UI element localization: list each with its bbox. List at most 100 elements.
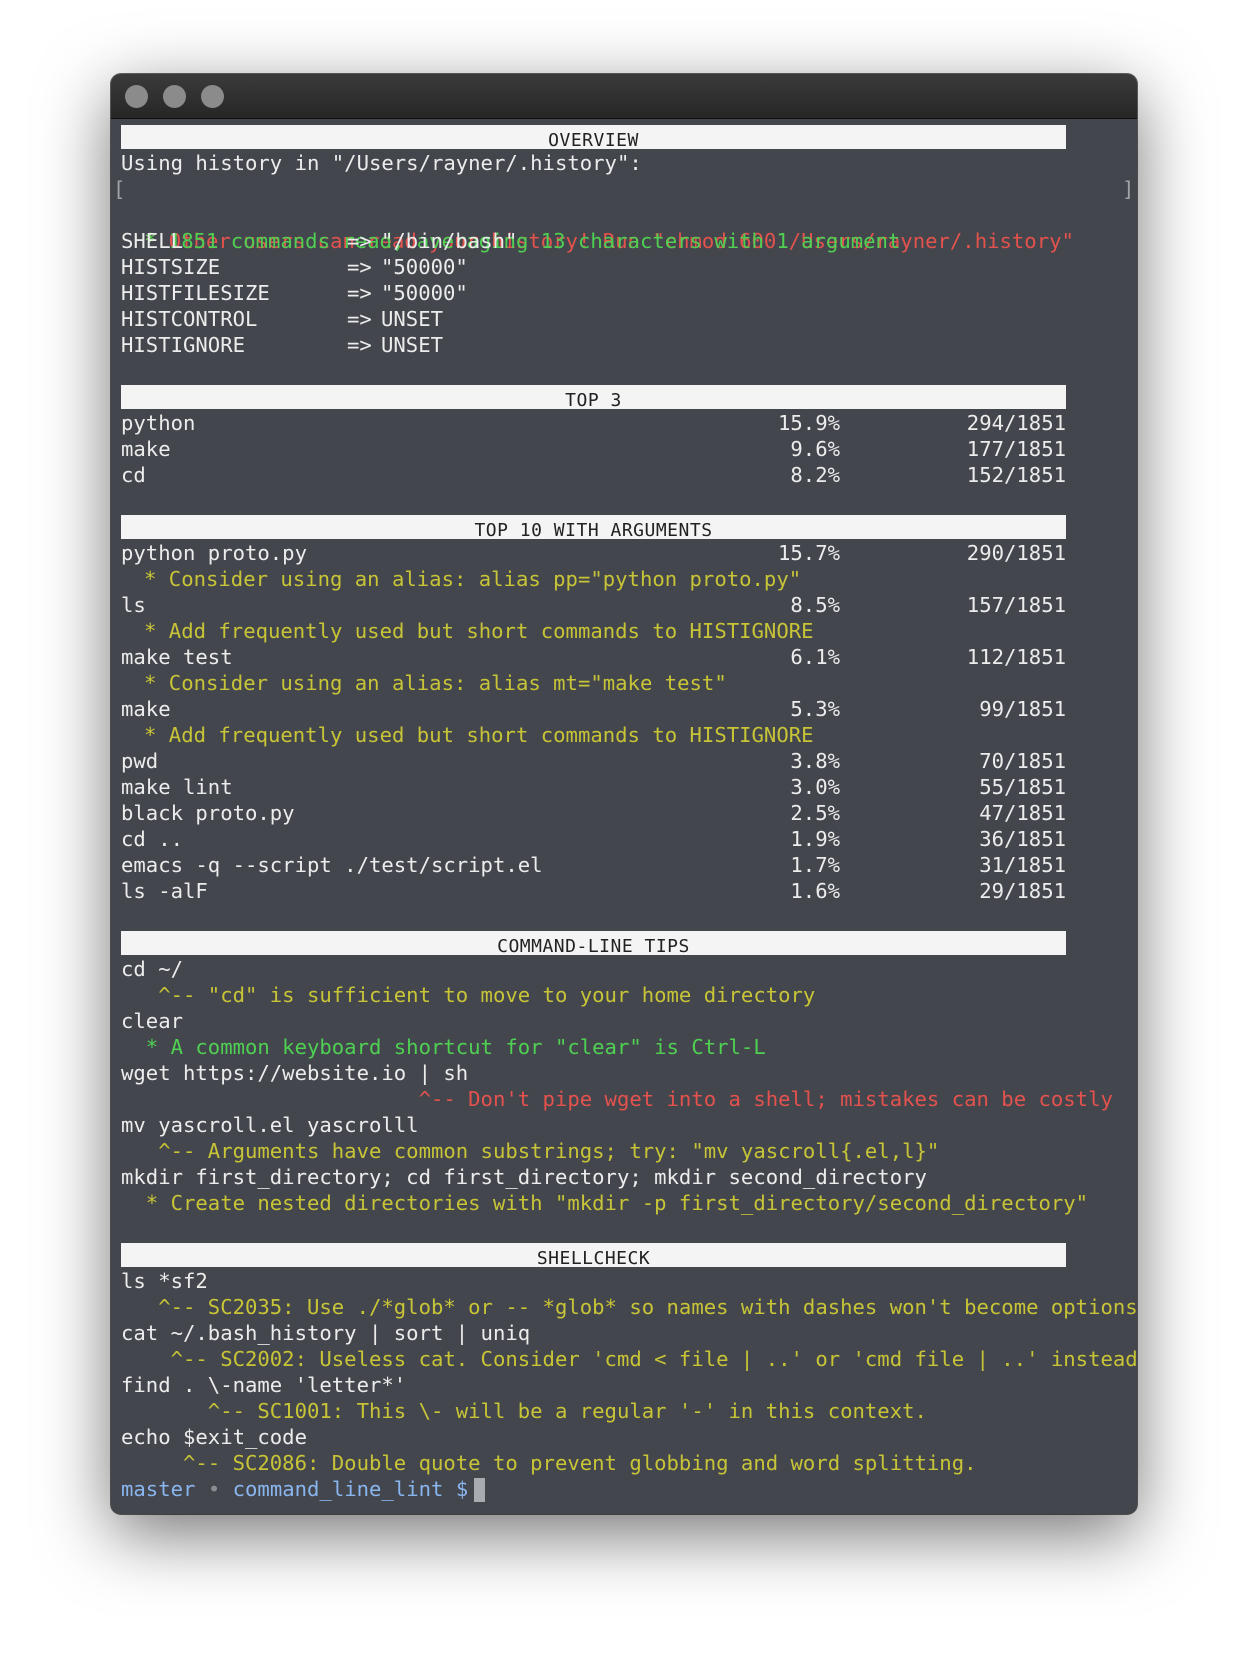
variable-value: "50000": [381, 281, 468, 305]
git-branch: master: [121, 1477, 196, 1501]
variable-name: HISTFILESIZE: [121, 281, 270, 305]
shell-variable-row: HISTCONTROL => UNSET: [121, 306, 1137, 332]
bracket-open: [: [113, 177, 126, 201]
command-name: cd: [121, 463, 146, 487]
minimize-window-button[interactable]: [163, 85, 186, 108]
shellcheck-command: ls *sf2: [121, 1269, 208, 1293]
shellcheck-header: SHELLCHECK: [121, 1243, 1066, 1267]
command-count: 31/1851: [979, 853, 1066, 877]
top3-header: TOP 3: [121, 385, 1066, 409]
command-count: 29/1851: [979, 879, 1066, 903]
commands-read-line: * 1851 commands read, averaging 13 chara…: [121, 202, 1137, 253]
top3-table: python 15.9% 294/1851 make 9.6% 177/1851 cd 8.2…: [121, 410, 1137, 488]
shellcheck-warning: ^-- SC2035: Use ./*glob* or -- *glob* so…: [121, 1295, 1137, 1319]
tip-note: * Create nested directories with "mkdir …: [121, 1191, 1089, 1215]
command-name: make lint: [121, 775, 233, 799]
top10-table: python proto.py 15.7% 290/1851 * Consider u…: [121, 540, 1137, 904]
command-suggestion: * Consider using an alias: alias pp="pyt…: [144, 567, 802, 591]
command-percent: 3.0%: [790, 775, 840, 799]
command-percent: 8.2%: [790, 463, 840, 487]
maximize-window-button[interactable]: [201, 85, 224, 108]
command-count: 177/1851: [966, 437, 1066, 461]
command-percent: 1.9%: [790, 827, 840, 851]
table-row: ls -alF 1.6% 29/1851: [121, 878, 1066, 904]
command-percent: 8.5%: [790, 593, 840, 617]
command-name: black proto.py: [121, 801, 295, 825]
command-percent: 5.3%: [790, 697, 840, 721]
variable-arrow: =>: [347, 333, 372, 357]
shell-variable-row: HISTFILESIZE => "50000": [121, 280, 1137, 306]
command-name: python proto.py: [121, 541, 307, 565]
prompt-separator: •: [207, 1477, 221, 1501]
command-count: 294/1851: [966, 411, 1066, 435]
table-row: python proto.py 15.7% 290/1851: [121, 540, 1066, 566]
variable-name: SHELL: [121, 229, 183, 253]
command-percent: 15.9%: [778, 411, 840, 435]
command-percent: 1.7%: [790, 853, 840, 877]
shellcheck-warning: ^-- SC2086: Double quote to prevent glob…: [121, 1451, 977, 1475]
terminal-window: OVERVIEW Using history in "/Users/rayner…: [111, 74, 1137, 1514]
bracket-close: ]: [1122, 177, 1135, 201]
variable-name: HISTSIZE: [121, 255, 221, 279]
shell-variable-row: SHELL => "/bin/bash": [121, 228, 1137, 254]
command-percent: 3.8%: [790, 749, 840, 773]
permission-warning-line: [ * Other users can read your history! R…: [113, 176, 1137, 253]
variable-arrow: =>: [347, 281, 372, 305]
shellcheck-command: cat ~/.bash_history | sort | uniq: [121, 1321, 531, 1345]
shellcheck-command: find . \-name 'letter*': [121, 1373, 407, 1397]
tips-header: COMMAND-LINE TIPS: [121, 931, 1066, 955]
history-path-line: Using history in "/Users/rayner/.history…: [121, 151, 642, 175]
table-row: python 15.9% 294/1851: [121, 410, 1066, 436]
overview-header: OVERVIEW: [121, 125, 1066, 149]
command-suggestion-line: * Add frequently used but short commands…: [121, 722, 1137, 748]
tip-note: ^-- Don't pipe wget into a shell; mistak…: [121, 1087, 1113, 1111]
command-count: 290/1851: [966, 541, 1066, 565]
tip-command: mkdir first_directory; cd first_director…: [121, 1165, 927, 1189]
variable-value: "50000": [381, 255, 468, 279]
shell-variable-row: HISTSIZE => "50000": [121, 254, 1137, 280]
variable-name: HISTCONTROL: [121, 307, 258, 331]
command-count: 47/1851: [979, 801, 1066, 825]
command-percent: 1.6%: [790, 879, 840, 903]
tip-command: clear: [121, 1009, 183, 1033]
table-row: pwd 3.8% 70/1851: [121, 748, 1066, 774]
tip-note: ^-- Arguments have common substrings; tr…: [121, 1139, 940, 1163]
command-name: make: [121, 437, 171, 461]
command-suggestion: * Add frequently used but short commands…: [144, 619, 814, 643]
shellcheck-warning: ^-- SC1001: This \- will be a regular '-…: [121, 1399, 927, 1423]
command-name: make: [121, 697, 171, 721]
tip-command: cd ~/: [121, 957, 183, 981]
shell-prompt[interactable]: master • command_line_lint $: [121, 1476, 1137, 1502]
command-count: 70/1851: [979, 749, 1066, 773]
shell-variables: SHELL => "/bin/bash" HISTSIZE => "50000" HISTF…: [121, 228, 1137, 358]
command-name: ls: [121, 593, 146, 617]
shellcheck-command: echo $exit_code: [121, 1425, 307, 1449]
command-percent: 9.6%: [790, 437, 840, 461]
terminal-output[interactable]: OVERVIEW Using history in "/Users/rayner…: [113, 124, 1137, 1514]
command-count: 99/1851: [979, 697, 1066, 721]
variable-arrow: =>: [347, 307, 372, 331]
command-name: make test: [121, 645, 233, 669]
command-name: ls -alF: [121, 879, 208, 903]
tip-note: * A common keyboard shortcut for "clear"…: [121, 1035, 766, 1059]
tip-command: mv yascroll.el yascrolll: [121, 1113, 419, 1137]
prompt-symbol: $: [455, 1477, 469, 1501]
command-name: cd ..: [121, 827, 183, 851]
top10-header: TOP 10 WITH ARGUMENTS: [121, 515, 1066, 539]
shellcheck-list: ls *sf2 ^-- SC2035: Use ./*glob* or -- *…: [121, 1268, 1137, 1476]
table-row: cd 8.2% 152/1851: [121, 462, 1066, 488]
tip-note: ^-- "cd" is sufficient to move to your h…: [121, 983, 816, 1007]
command-name: emacs -q --script ./test/script.el: [121, 853, 543, 877]
variable-name: HISTIGNORE: [121, 333, 245, 357]
command-count: 36/1851: [979, 827, 1066, 851]
command-suggestion-line: * Consider using an alias: alias pp="pyt…: [121, 566, 1137, 592]
command-name: pwd: [121, 749, 159, 773]
command-percent: 6.1%: [790, 645, 840, 669]
title-bar: [111, 74, 1137, 119]
command-count: 157/1851: [966, 593, 1066, 617]
table-row: cd .. 1.9% 36/1851: [121, 826, 1066, 852]
variable-arrow: =>: [347, 229, 372, 253]
command-count: 112/1851: [966, 645, 1066, 669]
table-row: ls 8.5% 157/1851: [121, 592, 1066, 618]
close-window-button[interactable]: [125, 85, 148, 108]
